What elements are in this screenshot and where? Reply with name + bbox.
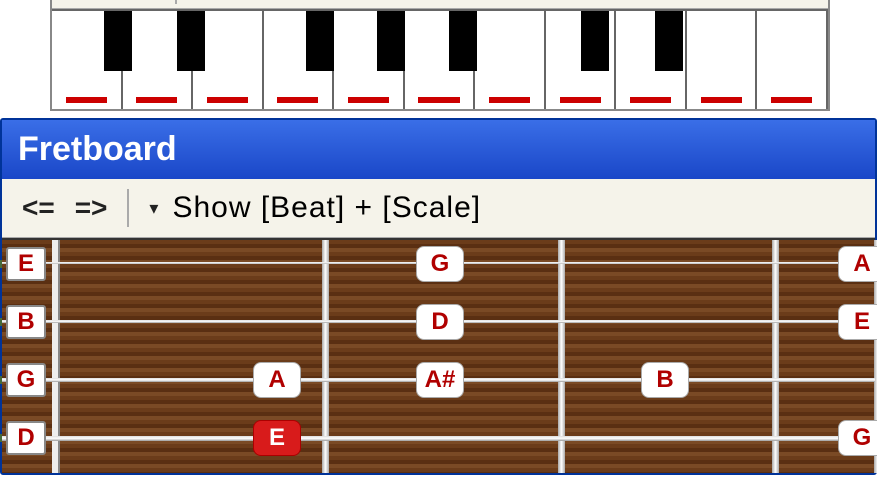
guitar-string[interactable]	[2, 436, 875, 441]
note-marker-root[interactable]: E	[253, 420, 301, 456]
note-marker[interactable]: A	[253, 362, 301, 398]
open-string-label: E	[6, 247, 46, 281]
tuner-peg	[0, 434, 2, 442]
tuner-peg	[0, 376, 2, 384]
fretboard-next-button[interactable]: =>	[69, 192, 114, 224]
toolbar-separator	[127, 189, 129, 227]
fretboard-titlebar[interactable]: Fretboard	[2, 120, 875, 179]
fretboard-window: Fretboard <= => ▾ Show [Beat] + [Scale] …	[0, 118, 877, 475]
fretboard-dropdown-button[interactable]: ▾	[143, 198, 164, 219]
white-key[interactable]	[475, 11, 546, 109]
fretboard-neck[interactable]: EBGDGADEAA#BEG	[2, 238, 875, 473]
piano-next-button[interactable]: =>	[117, 0, 162, 1]
black-key[interactable]	[655, 11, 683, 71]
open-string-label: D	[6, 421, 46, 455]
piano-keys[interactable]	[52, 9, 828, 109]
piano-toolbar: <= => ▼ Show [Beat] + [Scale]	[52, 0, 828, 9]
white-key[interactable]	[687, 11, 758, 109]
tuner-peg	[0, 318, 2, 326]
fretboard-prev-button[interactable]: <=	[16, 192, 61, 224]
note-marker[interactable]: G	[838, 420, 877, 456]
fretboard-toolbar: <= => ▾ Show [Beat] + [Scale]	[2, 179, 875, 238]
open-string-label: B	[6, 305, 46, 339]
note-marker[interactable]: D	[416, 304, 464, 340]
black-key[interactable]	[449, 11, 477, 71]
black-key[interactable]	[377, 11, 405, 71]
piano-window: <= => ▼ Show [Beat] + [Scale]	[50, 0, 830, 111]
white-key[interactable]	[757, 11, 828, 109]
note-marker[interactable]: G	[416, 246, 464, 282]
fretboard-show-label: Show [Beat] + [Scale]	[172, 191, 481, 225]
black-key[interactable]	[581, 11, 609, 71]
tuner-peg	[0, 260, 2, 268]
piano-show-label: Show [Beat] + [Scale]	[229, 0, 538, 2]
black-key[interactable]	[306, 11, 334, 71]
note-marker[interactable]: E	[838, 304, 877, 340]
note-marker[interactable]: B	[641, 362, 689, 398]
open-string-label: G	[6, 363, 46, 397]
toolbar-separator	[175, 0, 177, 4]
black-key[interactable]	[177, 11, 205, 71]
piano-prev-button[interactable]: <=	[64, 0, 109, 1]
black-key[interactable]	[104, 11, 132, 71]
note-marker[interactable]: A	[838, 246, 877, 282]
note-marker[interactable]: A#	[416, 362, 464, 398]
